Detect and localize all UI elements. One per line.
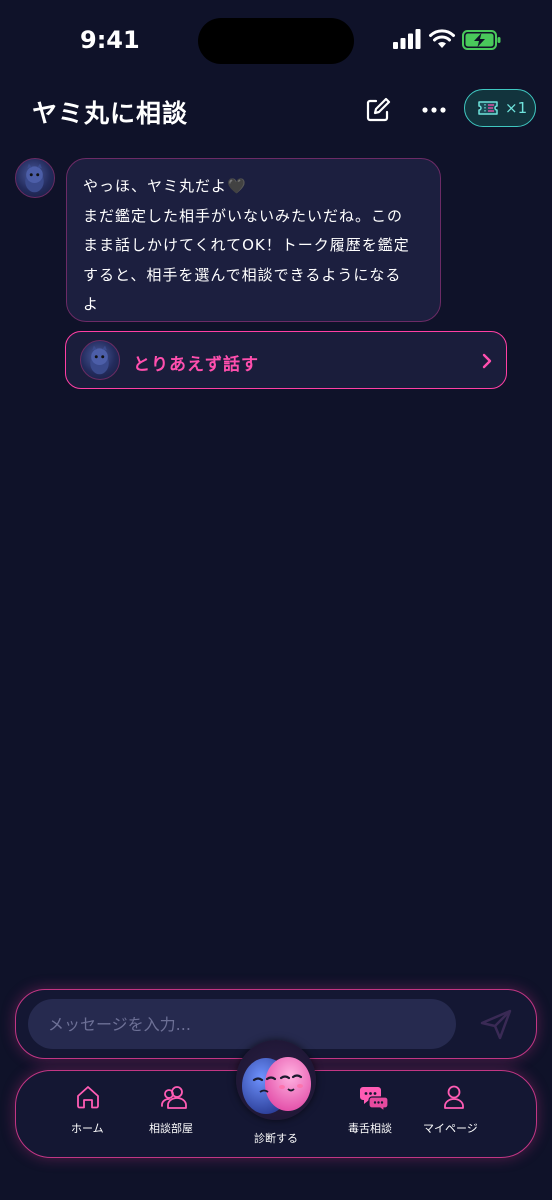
chevron-right-icon: [482, 353, 492, 369]
status-time: 9:41: [80, 26, 140, 54]
nav-home[interactable]: ホーム: [56, 1071, 120, 1157]
ticket-count-button[interactable]: ×1: [464, 89, 536, 127]
assistant-message-bubble: やっほ、ヤミ丸だよ🖤 まだ鑑定した相手がいないみたいだね。この まま話しかけてく…: [66, 158, 441, 322]
ticket-icon: [478, 101, 498, 115]
yamimaru-avatar: [15, 158, 55, 198]
mascot-pair-icon: [242, 1057, 311, 1114]
nav-rooms[interactable]: 相談部屋: [142, 1071, 206, 1157]
dynamic-island: [198, 18, 354, 64]
nav-roast[interactable]: 毒舌相談: [341, 1071, 405, 1157]
wifi-icon: [429, 29, 455, 48]
message-line: よ: [83, 295, 100, 313]
page-title: ヤミ丸に相談: [32, 99, 189, 128]
diagnose-button[interactable]: [236, 1040, 316, 1120]
message-line: やっほ、ヤミ丸だよ🖤: [83, 177, 247, 195]
message-input[interactable]: [28, 999, 456, 1049]
ticket-count: ×1: [505, 99, 528, 117]
nav-rooms-label: 相談部屋: [149, 1122, 193, 1135]
signal-icon: [393, 29, 421, 49]
nav-mypage-label: マイページ: [423, 1122, 478, 1135]
yamimaru-avatar: [80, 340, 120, 380]
more-icon[interactable]: [418, 94, 450, 126]
just-talk-button[interactable]: とりあえず話す: [65, 331, 507, 389]
person-icon: [444, 1085, 464, 1109]
message-line: まだ鑑定した相手がいないみたいだね。この: [83, 206, 404, 225]
message-line: まま話しかけてくれてOK！トーク履歴を鑑定: [83, 236, 410, 254]
users-icon: [161, 1086, 187, 1109]
home-icon: [77, 1086, 99, 1109]
edit-icon[interactable]: [362, 94, 394, 126]
nav-mypage[interactable]: マイページ: [420, 1071, 488, 1157]
status-bar: 9:41: [0, 0, 552, 80]
nav-roast-label: 毒舌相談: [348, 1122, 392, 1135]
just-talk-label: とりあえず話す: [133, 355, 259, 375]
nav-diagnose-label: 診断する: [254, 1132, 298, 1145]
send-icon[interactable]: [478, 1006, 514, 1042]
chat-bubbles-icon: [360, 1087, 389, 1112]
nav-home-label: ホーム: [71, 1122, 104, 1135]
battery-charging-icon: [462, 30, 501, 50]
message-line: すると、相手を選んで相談できるようになる: [83, 265, 402, 284]
